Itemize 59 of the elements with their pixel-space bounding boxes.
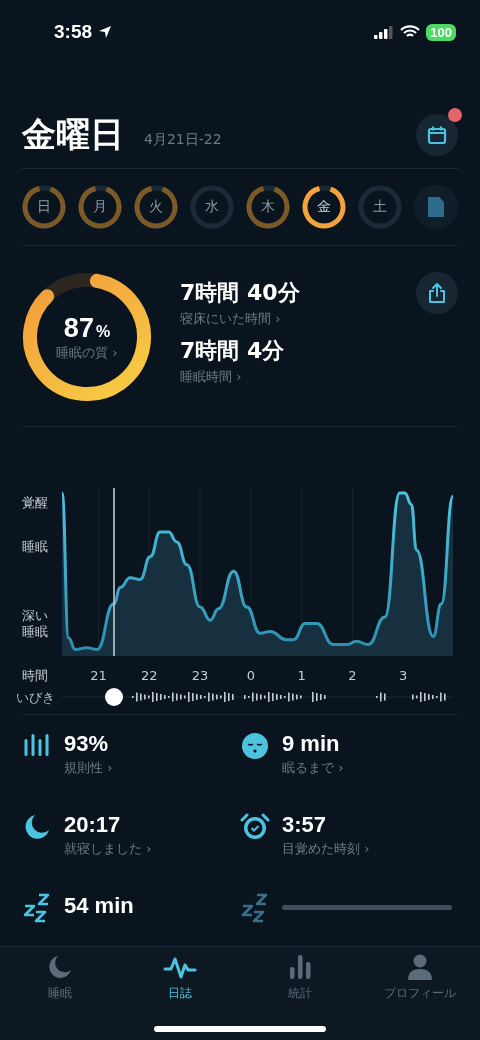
x-axis-label: 21 bbox=[90, 668, 107, 683]
report-button[interactable] bbox=[414, 185, 458, 229]
clock-time: 3:58 bbox=[54, 21, 93, 43]
sleepy-face-icon bbox=[240, 731, 270, 761]
tab[interactable]: 睡眠 bbox=[0, 953, 120, 1009]
y-axis-label: 深い睡眠 bbox=[22, 608, 48, 640]
x-axis-label: 1 bbox=[297, 668, 306, 683]
zzz-icon bbox=[22, 893, 52, 923]
y-axis-label: 睡眠 bbox=[22, 539, 48, 555]
x-axis-label: 23 bbox=[191, 668, 209, 683]
x-axis-label: 22 bbox=[141, 668, 158, 683]
document-icon bbox=[427, 196, 445, 218]
wifi-icon bbox=[400, 25, 421, 39]
day-title: 金曜日 bbox=[22, 113, 124, 156]
moon-icon bbox=[46, 953, 74, 981]
signal-icon bbox=[374, 25, 395, 39]
calendar-button[interactable] bbox=[416, 114, 458, 156]
day-button[interactable]: 木 bbox=[246, 185, 290, 229]
tab[interactable]: 統計 bbox=[240, 953, 360, 1009]
day-button[interactable]: 水 bbox=[190, 185, 234, 229]
x-axis-label: 3 bbox=[399, 668, 408, 683]
stat-link[interactable]: 規則性 › bbox=[64, 759, 113, 777]
quality-percent: 87% bbox=[63, 312, 111, 344]
date-range: 4月21日-22 bbox=[144, 131, 222, 149]
quality-link[interactable]: 睡眠の質 › bbox=[56, 343, 118, 362]
x-axis-label: 0 bbox=[246, 668, 256, 683]
y-axis-label: 覚醒 bbox=[22, 495, 48, 511]
duration-value: 7時間 4分 bbox=[180, 337, 286, 365]
day-button[interactable]: 火 bbox=[134, 185, 178, 229]
timeline-handle[interactable] bbox=[105, 688, 123, 706]
stat-link[interactable]: 目覚めた時刻 › bbox=[282, 840, 370, 858]
x-axis-title: 時間 bbox=[22, 668, 48, 683]
stat-value: 9 min bbox=[282, 731, 341, 757]
duration-link[interactable]: 睡眠時間 › bbox=[180, 368, 242, 386]
duration-link[interactable]: 寝床にいた時間 › bbox=[180, 310, 281, 328]
stat-value: 20:17 bbox=[64, 812, 122, 838]
stat-value: 54 min bbox=[64, 893, 134, 919]
x-axis-label: 2 bbox=[348, 668, 357, 683]
bar-chart-icon bbox=[287, 953, 313, 981]
tab[interactable]: プロフィール bbox=[360, 953, 480, 1009]
tab[interactable]: 日誌 bbox=[120, 953, 240, 1009]
battery-level: 100 bbox=[426, 23, 456, 41]
stat-value: 3:57 bbox=[282, 812, 328, 838]
day-button[interactable]: 金 bbox=[302, 185, 346, 229]
stat-value: 93% bbox=[64, 731, 110, 757]
person-icon bbox=[406, 953, 434, 981]
stat-link[interactable]: 就寝しました › bbox=[64, 840, 152, 858]
location-arrow-icon bbox=[98, 25, 113, 39]
alarm-clock-icon bbox=[240, 812, 270, 842]
calendar-icon bbox=[427, 125, 447, 145]
stat-link[interactable]: 眠るまで › bbox=[282, 759, 344, 777]
share-button[interactable] bbox=[416, 272, 458, 314]
zzz-icon bbox=[240, 893, 270, 923]
snore-label: いびき bbox=[16, 690, 55, 705]
day-button[interactable]: 月 bbox=[78, 185, 122, 229]
duration-value: 7時間 40分 bbox=[180, 279, 301, 307]
share-icon bbox=[427, 282, 447, 304]
day-button[interactable]: 日 bbox=[22, 185, 66, 229]
day-button[interactable]: 土 bbox=[358, 185, 402, 229]
